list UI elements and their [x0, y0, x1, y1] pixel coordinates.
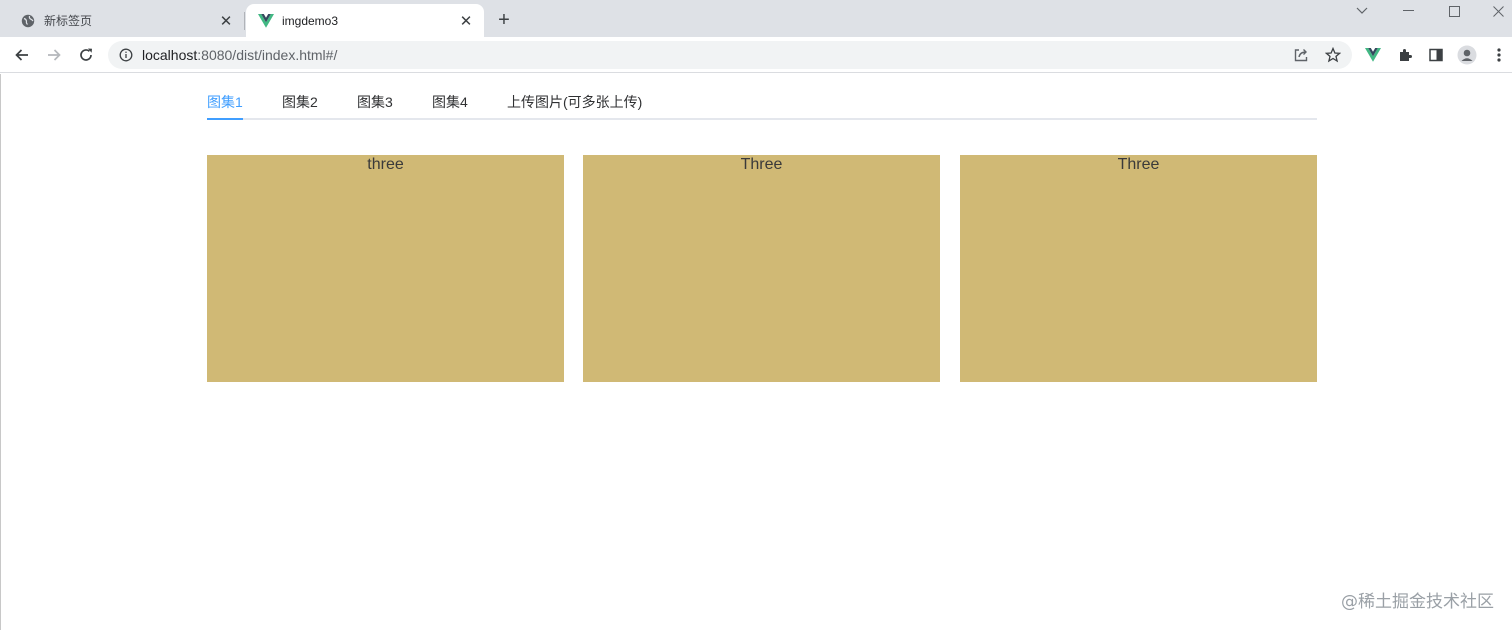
- share-icon[interactable]: [1289, 43, 1313, 67]
- forward-arrow-icon[interactable]: [41, 42, 67, 68]
- image-card-label: Three: [1117, 156, 1160, 173]
- image-card[interactable]: Three: [583, 155, 940, 382]
- minimize-icon[interactable]: [1385, 0, 1431, 22]
- profile-avatar-icon[interactable]: [1455, 43, 1479, 67]
- browser-toolbar: localhost:8080/dist/index.html#/: [0, 37, 1512, 73]
- site-info-icon[interactable]: [118, 47, 134, 63]
- maximize-icon[interactable]: [1431, 0, 1477, 22]
- url-host: localhost: [142, 47, 198, 63]
- vue-logo-icon: [258, 13, 274, 29]
- gallery-tabs: 图集1 图集2 图集3 图集4 上传图片(可多张上传): [207, 74, 1317, 120]
- menu-kebab-icon[interactable]: [1487, 43, 1511, 67]
- url-text: localhost:8080/dist/index.html#/: [142, 47, 337, 63]
- watermark: @稀土掘金技术社区: [1341, 592, 1494, 612]
- address-bar[interactable]: localhost:8080/dist/index.html#/: [108, 41, 1352, 69]
- extensions-puzzle-icon[interactable]: [1393, 43, 1417, 67]
- image-card[interactable]: three: [207, 155, 564, 382]
- browser-tab-imgdemo3[interactable]: imgdemo3 ✕: [246, 4, 484, 37]
- tab-search-chevron-icon[interactable]: [1339, 0, 1385, 22]
- new-tab-plus-icon[interactable]: +: [492, 8, 516, 32]
- active-tab-indicator: [207, 118, 243, 120]
- side-panel-icon[interactable]: [1424, 43, 1448, 67]
- tab-gallery-3[interactable]: 图集3: [357, 92, 393, 112]
- bookmark-star-icon[interactable]: [1321, 43, 1345, 67]
- image-card-label: Three: [740, 156, 783, 173]
- back-arrow-icon[interactable]: [9, 42, 35, 68]
- image-card[interactable]: Three: [960, 155, 1317, 382]
- vue-devtools-icon[interactable]: [1361, 43, 1385, 67]
- browser-tabstrip: 新标签页 ✕ imgdemo3 ✕ +: [0, 0, 1512, 37]
- tab-separator: [244, 12, 245, 30]
- tab-gallery-2[interactable]: 图集2: [282, 92, 318, 112]
- reload-icon[interactable]: [73, 42, 99, 68]
- tab-upload-images[interactable]: 上传图片(可多张上传): [507, 92, 642, 112]
- page-content: 图集1 图集2 图集3 图集4 上传图片(可多张上传) three Three …: [0, 74, 1512, 630]
- globe-icon: [20, 13, 36, 29]
- tab-gallery-4[interactable]: 图集4: [432, 92, 468, 112]
- close-icon[interactable]: ✕: [456, 11, 476, 31]
- url-path: :8080/dist/index.html#/: [197, 47, 338, 63]
- close-icon[interactable]: ✕: [216, 11, 236, 31]
- browser-tab-title: imgdemo3: [282, 13, 339, 28]
- image-card-label: three: [367, 156, 404, 173]
- close-window-icon[interactable]: [1475, 0, 1512, 22]
- tab-gallery-1[interactable]: 图集1: [207, 92, 243, 112]
- image-grid: three Three Three: [207, 155, 1317, 382]
- browser-tab-newtab[interactable]: 新标签页 ✕: [8, 4, 244, 37]
- browser-tab-title: 新标签页: [44, 14, 93, 28]
